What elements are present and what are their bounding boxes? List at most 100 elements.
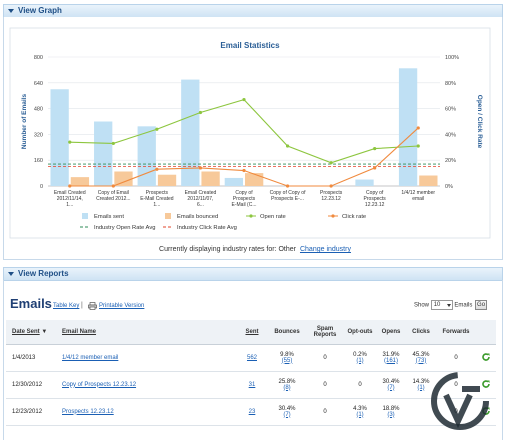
series-point xyxy=(285,144,290,148)
emails-table: Date Sent ▼ Email Name Sent Bounces Spam… xyxy=(6,320,496,426)
y2-tick-label: 80% xyxy=(445,81,456,87)
series-point xyxy=(416,126,420,130)
series-point xyxy=(198,110,203,115)
series-point xyxy=(416,144,420,148)
table-header-row: Date Sent ▼ Email Name Sent Bounces Spam… xyxy=(6,320,496,345)
legend-swatch-dot xyxy=(249,214,253,218)
col-sent[interactable]: Sent xyxy=(236,320,268,345)
legend-swatch xyxy=(82,213,88,219)
bar-emails-sent xyxy=(398,68,418,186)
x-tick-label: Copy of Copy of Prospects E-... xyxy=(270,190,306,202)
refresh-icon[interactable] xyxy=(481,352,491,362)
col-forwards: Forwards xyxy=(436,320,476,345)
legend-label: Emails sent xyxy=(94,214,124,220)
col-email-name[interactable]: Email Name xyxy=(56,320,236,345)
y2-axis-label: Open / Click Rate xyxy=(476,95,483,149)
clicks-link[interactable]: (1) xyxy=(417,385,424,391)
y2-tick-label: 40% xyxy=(445,132,456,138)
col-opt-outs: Opt-outs xyxy=(344,320,376,345)
sent-link[interactable]: 23 xyxy=(249,409,256,415)
opens-link[interactable]: (7) xyxy=(387,385,394,391)
cell-forwards: 0 xyxy=(436,344,476,372)
show-label: Show xyxy=(414,302,430,309)
y-tick-label: 800 xyxy=(34,55,43,61)
legend-label: Emails bounced xyxy=(177,214,218,220)
printable-version-link[interactable]: Printable Version xyxy=(99,303,144,309)
cell-spam: 0 xyxy=(306,371,344,399)
sent-link[interactable]: 562 xyxy=(247,355,257,361)
series-point xyxy=(285,184,290,188)
show-emails-control: Show 10 Emails Go xyxy=(414,300,488,310)
series-point xyxy=(373,166,377,170)
y-tick-label: 0 xyxy=(40,184,43,190)
table-row: 12/30/2012 Copy of Prospects 12.23.12 31… xyxy=(6,371,496,399)
col-opens: Opens xyxy=(376,320,406,345)
bar-emails-sent xyxy=(50,89,69,186)
series-point xyxy=(198,166,203,170)
y-tick-label: 480 xyxy=(34,107,43,113)
y-tick-label: 160 xyxy=(34,158,43,164)
chart-title: Email Statistics xyxy=(220,41,280,50)
refresh-icon[interactable] xyxy=(481,379,491,389)
table-row: 1/4/2013 1/4/12 member email 562 9.8% (55… xyxy=(6,344,496,372)
bounces-link[interactable]: (55) xyxy=(282,358,293,364)
y-tick-label: 640 xyxy=(34,81,43,87)
emails-title: Emails xyxy=(10,296,52,311)
sent-link[interactable]: 31 xyxy=(249,382,256,388)
go-button[interactable]: Go xyxy=(475,300,488,310)
legend-label: Industry Click Rate Avg xyxy=(177,225,237,231)
industry-note: Currently displaying industry rates for:… xyxy=(0,246,510,253)
bar-emails-bounced xyxy=(70,177,90,186)
optouts-pct: 0 xyxy=(358,381,362,388)
bar-emails-sent xyxy=(137,126,156,186)
opens-link[interactable]: (161) xyxy=(384,358,398,364)
col-date-sent[interactable]: Date Sent ▼ xyxy=(6,320,56,345)
cell-date: 12/23/2012 xyxy=(6,398,56,426)
clicks-link[interactable]: (73) xyxy=(416,358,427,364)
opens-link[interactable]: (3) xyxy=(387,412,394,418)
cell-forwards: 0 xyxy=(436,371,476,399)
x-tick-label: Prospects 12.23.12 xyxy=(320,190,343,202)
y-axis-label: Number of Emails xyxy=(21,93,28,149)
change-industry-link[interactable]: Change industry xyxy=(300,246,351,253)
series-point xyxy=(111,141,115,146)
cell-date: 1/4/2013 xyxy=(6,344,56,372)
emails-per-page-select[interactable]: 10 xyxy=(430,300,453,310)
chevron-down-icon xyxy=(446,304,451,307)
email-name-link[interactable]: Copy of Prospects 12.23.12 xyxy=(62,382,136,388)
y2-tick-label: 100% xyxy=(445,55,459,61)
series-point xyxy=(68,184,72,188)
cell-spam: 0 xyxy=(306,344,344,372)
refresh-icon[interactable] xyxy=(481,406,491,416)
bar-emails-sent xyxy=(181,79,200,186)
series-point xyxy=(242,168,246,173)
email-name-link[interactable]: 1/4/12 member email xyxy=(62,355,118,361)
series-point xyxy=(68,140,72,144)
y-tick-label: 320 xyxy=(34,132,43,138)
col-clicks: Clicks xyxy=(406,320,436,345)
industry-note-text: Currently displaying industry rates for:… xyxy=(159,246,296,253)
view-reports-title: View Reports xyxy=(18,269,69,278)
bounces-link[interactable]: (8) xyxy=(283,385,290,391)
optouts-link[interactable]: (1) xyxy=(356,412,363,418)
legend-label: Industry Open Rate Avg xyxy=(94,225,155,231)
x-tick-label: Copy of Prospects 12.23.12 xyxy=(364,190,387,208)
y2-tick-label: 60% xyxy=(445,107,456,113)
col-actions xyxy=(476,320,496,345)
x-tick-label: Copy of Email Created 2012... xyxy=(96,190,130,202)
optouts-link[interactable]: (1) xyxy=(356,358,363,364)
legend-swatch xyxy=(165,213,171,219)
bar-emails-sent xyxy=(355,179,374,186)
col-spam-reports: Spam Reports xyxy=(306,320,344,345)
series-point xyxy=(373,146,377,151)
view-reports-header[interactable]: View Reports xyxy=(3,267,503,281)
table-key-link[interactable]: Table Key xyxy=(53,303,79,309)
series-point xyxy=(329,161,333,165)
email-name-link[interactable]: Prospects 12.23.12 xyxy=(62,409,114,415)
bounces-link[interactable]: (7) xyxy=(283,412,290,418)
table-row: 12/23/2012 Prospects 12.23.12 23 30.4% (7… xyxy=(6,398,496,426)
bar-emails-bounced xyxy=(157,174,177,186)
cell-forwards: 0 xyxy=(436,398,476,426)
toolbar-separator: | xyxy=(81,302,83,309)
printer-icon[interactable] xyxy=(88,302,97,310)
